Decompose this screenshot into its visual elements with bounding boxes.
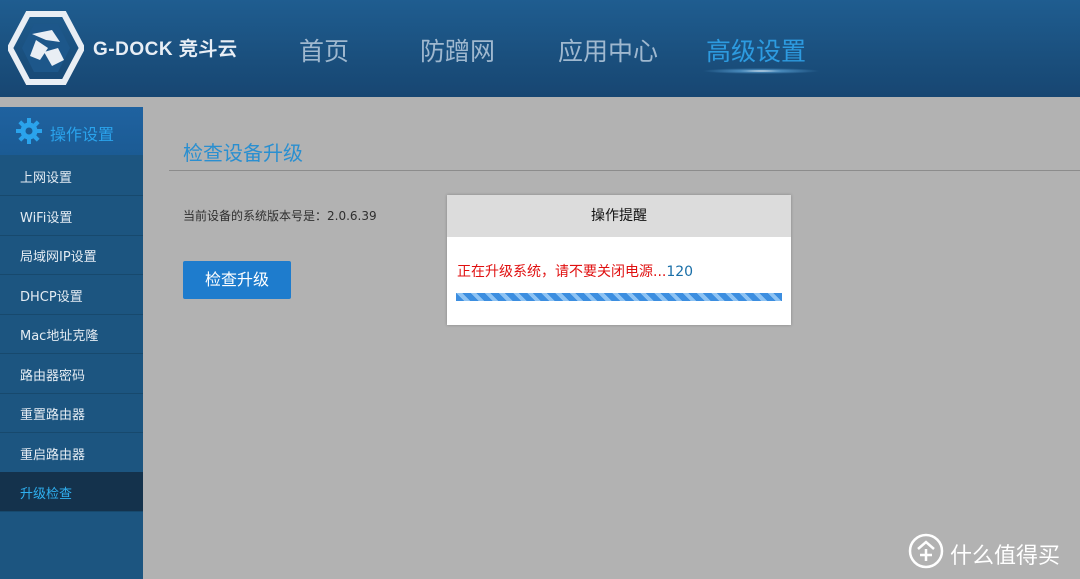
- sidebar-item-label: 局域网IP设置: [20, 250, 97, 265]
- countdown-value: 120: [666, 264, 694, 280]
- upgrade-status-message: 正在升级系统，请不要关闭电源...120: [457, 261, 693, 281]
- nav-home[interactable]: 首页: [299, 32, 349, 68]
- sidebar-header: 操作设置: [0, 107, 143, 155]
- sidebar-item-internet-settings[interactable]: 上网设置: [0, 156, 143, 196]
- watermark-text: 什么值得买: [950, 544, 1061, 569]
- sidebar-item-label: WiFi设置: [20, 211, 73, 226]
- upgrade-progress-bar: [456, 293, 782, 301]
- sidebar-item-wifi-settings[interactable]: WiFi设置: [0, 196, 143, 236]
- sidebar-item-mac-clone[interactable]: Mac地址克隆: [0, 314, 143, 354]
- page-title: 检查设备升级: [183, 141, 303, 165]
- sidebar-item-reboot-router[interactable]: 重启路由器: [0, 433, 143, 473]
- firmware-version-text: 当前设备的系统版本号是：2.0.6.39: [183, 209, 377, 223]
- sidebar: 操作设置 上网设置 WiFi设置 局域网IP设置 DHCP设置 Mac地址克隆 …: [0, 107, 143, 579]
- progress-fill: [456, 293, 782, 301]
- sidebar-item-label: 上网设置: [20, 171, 73, 186]
- brand-name: G-DOCK 竞斗云: [93, 39, 238, 60]
- nav-anti-leech[interactable]: 防蹭网: [420, 32, 495, 68]
- sidebar-item-lan-ip-settings[interactable]: 局域网IP设置: [0, 235, 143, 275]
- sidebar-item-label: DHCP设置: [20, 290, 83, 305]
- g-dock-logo-icon: [8, 11, 84, 85]
- nav-app-center[interactable]: 应用中心: [558, 32, 658, 68]
- smzdm-logo-icon: [908, 533, 944, 569]
- sidebar-item-label: 升级检查: [20, 487, 73, 502]
- top-header: G-DOCK 竞斗云 首页 防蹭网 应用中心 高级设置: [0, 0, 1080, 97]
- sidebar-item-label: 重启路由器: [20, 448, 86, 463]
- nav-advanced-settings[interactable]: 高级设置: [706, 32, 806, 68]
- sidebar-item-upgrade-check[interactable]: 升级检查: [0, 472, 143, 512]
- gear-icon: [16, 118, 42, 144]
- upgrade-dialog: 操作提醒 正在升级系统，请不要关闭电源...120: [447, 195, 791, 325]
- active-nav-indicator: [702, 68, 820, 74]
- sidebar-item-router-password[interactable]: 路由器密码: [0, 354, 143, 394]
- sidebar-title: 操作设置: [50, 125, 115, 144]
- sidebar-item-label: 重置路由器: [20, 408, 86, 423]
- sidebar-item-label: Mac地址克隆: [20, 329, 99, 344]
- check-upgrade-button[interactable]: 检查升级: [183, 261, 291, 299]
- dialog-title: 操作提醒: [447, 195, 791, 237]
- upgrade-warning-text: 正在升级系统，请不要关闭电源...: [457, 264, 667, 280]
- sidebar-item-dhcp-settings[interactable]: DHCP设置: [0, 275, 143, 315]
- title-divider: [169, 170, 1080, 171]
- sidebar-item-label: 路由器密码: [20, 369, 86, 384]
- sidebar-item-reset-router[interactable]: 重置路由器: [0, 393, 143, 433]
